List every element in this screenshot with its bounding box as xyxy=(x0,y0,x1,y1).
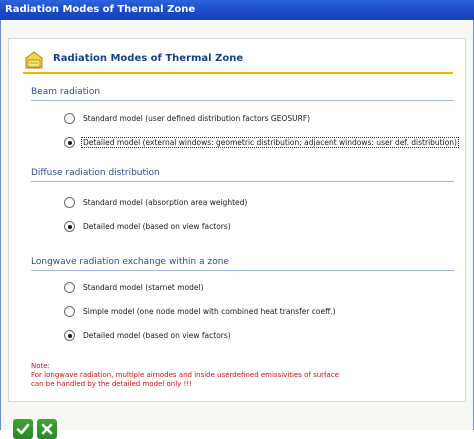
radio-button[interactable] xyxy=(64,197,75,208)
section-longwave-radiation: Longwave radiation exchange within a zon… xyxy=(31,257,229,267)
radio-button[interactable] xyxy=(64,282,75,293)
radio-longwave-detailed[interactable]: Detailed model (based on view factors) xyxy=(64,329,232,342)
cancel-button[interactable] xyxy=(37,419,57,439)
radio-diffuse-detailed[interactable]: Detailed model (based on view factors) xyxy=(64,220,232,233)
radio-beam-standard[interactable]: Standard model (user defined distributio… xyxy=(64,112,311,125)
window-title-bar: Radiation Modes of Thermal Zone xyxy=(0,0,474,20)
option-label: Simple model (one node model with combin… xyxy=(83,307,336,316)
section-divider xyxy=(31,181,454,182)
radio-longwave-simple[interactable]: Simple model (one node model with combin… xyxy=(64,305,337,318)
folder-icon xyxy=(25,51,43,69)
option-label: Detailed model (external windows: geomet… xyxy=(81,137,459,148)
section-divider xyxy=(31,100,454,101)
close-icon xyxy=(41,423,53,435)
note-line: For longwave radiation, multiple airnode… xyxy=(31,371,339,379)
radio-longwave-standard[interactable]: Standard model (starnet model) xyxy=(64,281,205,294)
radio-button[interactable] xyxy=(64,221,75,232)
option-label: Standard model (absorption area weighted… xyxy=(83,198,248,207)
radio-button[interactable] xyxy=(64,306,75,317)
title-underline xyxy=(23,72,453,74)
settings-panel: Radiation Modes of Thermal Zone Beam rad… xyxy=(8,38,466,402)
radio-button[interactable] xyxy=(64,137,75,148)
dialog-window: Radiation Modes of Thermal Zone Beam rad… xyxy=(0,20,474,439)
ok-button[interactable] xyxy=(13,419,33,439)
note-text: Note: For longwave radiation, multiple a… xyxy=(31,362,451,389)
panel-title: Radiation Modes of Thermal Zone xyxy=(53,53,244,64)
note-heading: Note: xyxy=(31,362,50,370)
option-label: Standard model (starnet model) xyxy=(83,283,204,292)
radio-button[interactable] xyxy=(64,113,75,124)
option-label: Detailed model (based on view factors) xyxy=(83,331,231,340)
section-diffuse-radiation: Diffuse radiation distribution xyxy=(31,168,160,178)
option-label: Detailed model (based on view factors) xyxy=(83,222,231,231)
window-title: Radiation Modes of Thermal Zone xyxy=(5,4,196,15)
note-line: can be handled by the detailed model onl… xyxy=(31,380,192,388)
option-label: Standard model (user defined distributio… xyxy=(83,114,311,123)
checkmark-icon xyxy=(16,423,30,435)
radio-diffuse-standard[interactable]: Standard model (absorption area weighted… xyxy=(64,196,248,209)
radio-button[interactable] xyxy=(64,330,75,341)
section-beam-radiation: Beam radiation xyxy=(31,87,101,97)
section-divider xyxy=(31,270,454,271)
radio-beam-detailed[interactable]: Detailed model (external windows: geomet… xyxy=(64,136,459,149)
